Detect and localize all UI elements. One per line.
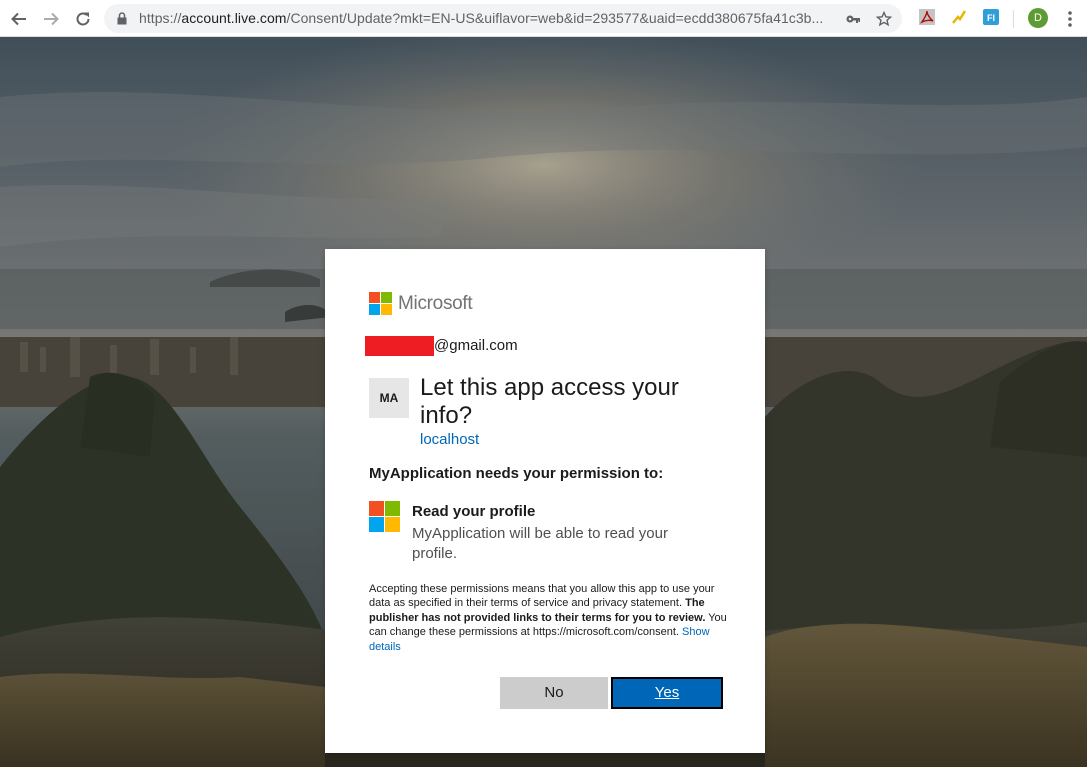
account-email: @gmail.com <box>434 337 518 354</box>
forward-arrow-icon <box>44 12 59 26</box>
reload-button[interactable] <box>70 6 96 32</box>
url-text: https://account.live.com/Consent/Update?… <box>139 10 824 26</box>
bolt-extension-icon[interactable] <box>950 8 968 26</box>
reload-icon <box>76 12 90 26</box>
address-bar[interactable]: https://account.live.com/Consent/Update?… <box>104 4 902 33</box>
lock-icon <box>117 12 127 25</box>
key-icon[interactable] <box>844 10 862 28</box>
permission-description: MyApplication will be able to read your … <box>412 525 668 562</box>
browser-toolbar: https://account.live.com/Consent/Update?… <box>0 0 1087 37</box>
toolbar-divider <box>1013 10 1014 28</box>
pdf-extension-icon[interactable] <box>918 8 936 26</box>
permission-heading: MyApplication needs your permission to: <box>369 465 664 482</box>
back-arrow-icon <box>11 12 26 26</box>
consent-fine-print: Accepting these permissions means that y… <box>369 583 727 653</box>
app-host-link[interactable]: localhost <box>420 431 479 448</box>
bookmark-star-icon[interactable] <box>875 10 893 28</box>
permission-title: Read your profile <box>412 503 536 520</box>
no-button[interactable]: No <box>500 677 608 709</box>
permission-profile-icon <box>369 501 401 533</box>
microsoft-logo-icon <box>369 292 392 315</box>
app-tile: MA <box>369 378 409 418</box>
menu-dots-icon[interactable] <box>1064 9 1076 29</box>
page-title: Let this app access your info? <box>420 374 679 429</box>
brand-name: Microsoft <box>398 293 473 314</box>
svg-text:FI: FI <box>987 13 995 23</box>
profile-avatar[interactable]: D <box>1028 8 1048 28</box>
consent-dialog: Microsoft @gmail.com MA Let this app acc… <box>325 249 765 753</box>
fi-extension-icon[interactable]: FI <box>982 8 1000 26</box>
back-button[interactable] <box>6 6 32 32</box>
email-redaction <box>365 336 434 356</box>
forward-button[interactable] <box>38 6 64 32</box>
yes-button[interactable]: Yes <box>611 677 723 709</box>
